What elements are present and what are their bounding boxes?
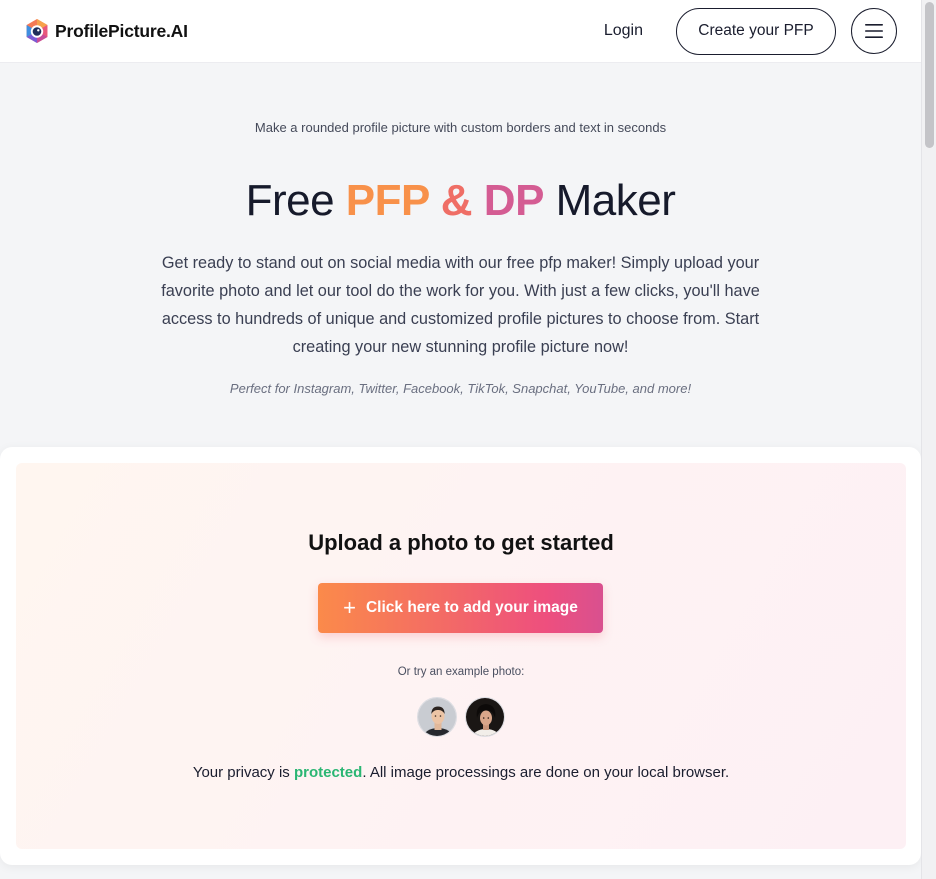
example-photo-label: Or try an example photo: xyxy=(397,666,525,678)
example-man-avatar xyxy=(418,698,456,736)
privacy-highlight: protected xyxy=(293,764,363,781)
privacy-suffix: . All image processings are done on your… xyxy=(362,764,730,781)
upload-title: Upload a photo to get started xyxy=(308,530,614,555)
example-photos xyxy=(16,697,906,737)
example-photo-woman[interactable] xyxy=(465,697,505,737)
upload-panel: Upload a photo to get started + Click he… xyxy=(0,447,921,865)
logo-icon xyxy=(26,19,48,43)
login-link[interactable]: Login xyxy=(604,22,643,40)
site-header: ProfilePicture.AI Login Create your PFP xyxy=(0,0,921,63)
privacy-notice: Your privacy is protected. All image pro… xyxy=(16,764,906,781)
title-ampersand: & xyxy=(429,176,484,225)
privacy-prefix: Your privacy is xyxy=(192,764,294,781)
header-actions: Login Create your PFP xyxy=(604,7,897,55)
hamburger-icon xyxy=(865,24,883,38)
example-woman-avatar xyxy=(466,698,504,736)
logo-text: ProfilePicture.AI xyxy=(55,20,188,41)
title-prefix: Free xyxy=(245,176,346,225)
hero-tagline: Make a rounded profile picture with cust… xyxy=(254,120,667,135)
add-image-button[interactable]: + Click here to add your image xyxy=(318,583,603,633)
menu-button[interactable] xyxy=(851,8,897,54)
plus-icon: + xyxy=(343,595,356,620)
title-suffix: Maker xyxy=(543,176,676,225)
hero-section: Make a rounded profile picture with cust… xyxy=(0,63,921,447)
page-scrollbar[interactable] xyxy=(921,0,936,879)
hero-description: Get ready to stand out on social media w… xyxy=(161,254,760,356)
title-pfp: PFP xyxy=(345,176,430,225)
page-title: Free PFP & DP Maker xyxy=(0,176,921,226)
logo[interactable]: ProfilePicture.AI xyxy=(24,18,188,44)
supported-platforms: Perfect for Instagram, Twitter, Facebook… xyxy=(229,381,692,396)
title-dp: DP xyxy=(483,176,545,225)
add-image-label: Click here to add your image xyxy=(365,599,578,616)
upload-dropzone[interactable]: Upload a photo to get started + Click he… xyxy=(16,463,906,849)
example-photo-man[interactable] xyxy=(417,697,457,737)
page: ProfilePicture.AI Login Create your PFP … xyxy=(0,0,921,879)
create-pfp-button[interactable]: Create your PFP xyxy=(676,7,836,55)
scrollbar-thumb[interactable] xyxy=(925,2,934,148)
